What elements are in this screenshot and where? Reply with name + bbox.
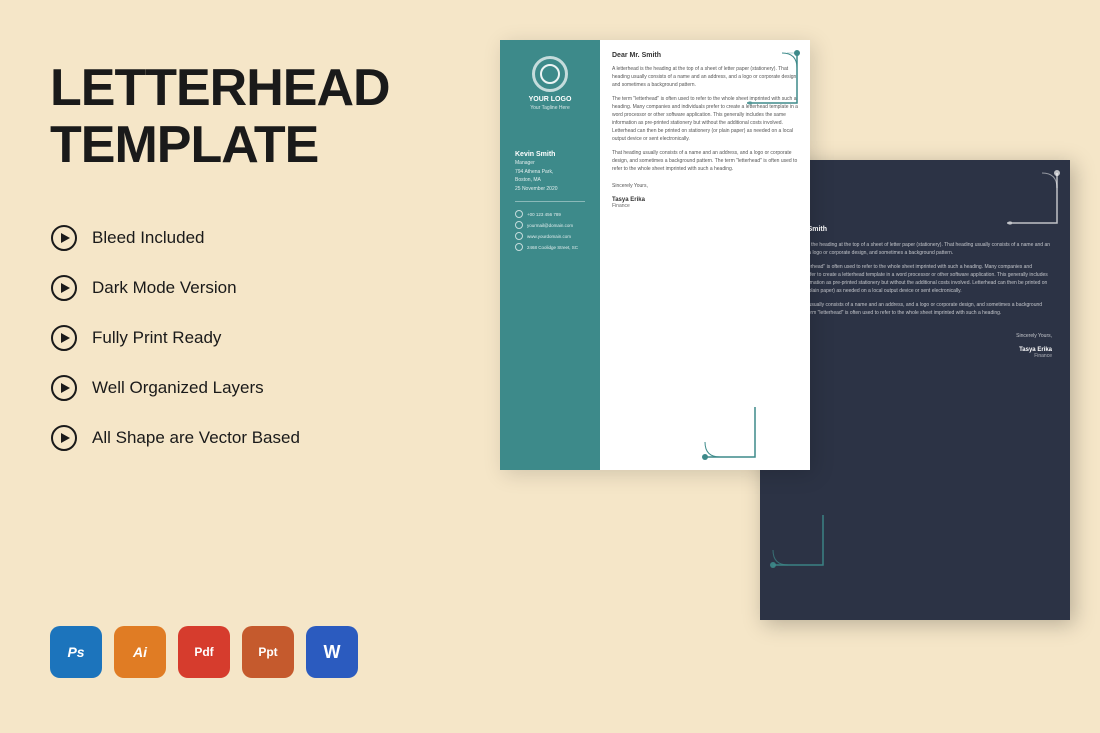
logo-text: YOUR LOGO [529, 96, 572, 103]
illustrator-icon: Ai [114, 626, 166, 678]
location-icon [515, 243, 523, 251]
letterhead-content: Dear Mr. Smith A letterhead is the headi… [600, 40, 810, 470]
email-icon [515, 221, 523, 229]
powerpoint-icon: Ppt [242, 626, 294, 678]
play-circle-icon-2 [50, 274, 78, 302]
contact-email: yourmail@domain.com [515, 221, 585, 229]
logo-inner [540, 64, 560, 84]
right-panel: YOUR LOGO Your Tagline Here Kevin Smith … [420, 0, 1100, 733]
dark-sign-title: Finance [778, 353, 1052, 359]
contact-website: www.yourdomain.com [515, 232, 585, 240]
sender-info: Kevin Smith Manager 794 Athena Park, Bos… [515, 151, 585, 254]
dark-corner-bl [768, 510, 828, 570]
play-circle-icon-5 [50, 424, 78, 452]
sign-line: Sincerely Yours, [612, 183, 798, 189]
sender-city: Boston, MA [515, 177, 585, 185]
word-icon: W [306, 626, 358, 678]
corner-ornament-tr [742, 48, 802, 108]
contact-address2: 2468 Coolidge Street, SC [515, 243, 585, 251]
divider [515, 201, 585, 202]
feature-print: Fully Print Ready [50, 324, 370, 352]
photoshop-icon: Ps [50, 626, 102, 678]
feature-layers: Well Organized Layers [50, 374, 370, 402]
title-line1: LETTERHEAD [50, 60, 370, 117]
dark-body-1: A letterhead is the heading at the top o… [778, 241, 1052, 257]
features-list: Bleed Included Dark Mode Version Fully P… [50, 224, 370, 452]
logo-tagline: Your Tagline Here [530, 105, 569, 111]
play-circle-icon-4 [50, 374, 78, 402]
body-paragraph-3: That heading usually consists of a name … [612, 149, 798, 173]
sender-name: Kevin Smith [515, 151, 585, 158]
phone-icon [515, 210, 523, 218]
dark-sign: Sincerely Yours, [778, 333, 1052, 339]
feature-bleed: Bleed Included [50, 224, 370, 252]
play-circle-icon-3 [50, 324, 78, 352]
title-block: LETTERHEAD TEMPLATE [50, 60, 370, 174]
web-icon [515, 232, 523, 240]
title-line2: TEMPLATE [50, 117, 370, 174]
corner-ornament-bl [700, 402, 760, 462]
sender-address: 794 Athena Park, [515, 169, 585, 177]
software-icons: Ps Ai Pdf Ppt W [50, 626, 358, 678]
contact-phone: +00 123 456 789 [515, 210, 585, 218]
sender-title: Manager [515, 160, 585, 168]
dark-body-2: The term "letterhead" is often used to r… [778, 263, 1052, 295]
letterhead-light: YOUR LOGO Your Tagline Here Kevin Smith … [500, 40, 810, 470]
feature-dark-mode: Dark Mode Version [50, 274, 370, 302]
play-circle-icon [50, 224, 78, 252]
dark-body-3: That heading usually consists of a name … [778, 301, 1052, 317]
sign-title: Finance [612, 203, 798, 209]
feature-vector: All Shape are Vector Based [50, 424, 370, 452]
acrobat-icon: Pdf [178, 626, 230, 678]
logo-circle [532, 56, 568, 92]
sender-date: 25 November 2020 [515, 186, 585, 194]
left-panel: LETTERHEAD TEMPLATE Bleed Included Dark … [0, 0, 420, 733]
letterhead-sidebar: YOUR LOGO Your Tagline Here Kevin Smith … [500, 40, 600, 470]
dark-corner-tr [1002, 168, 1062, 228]
